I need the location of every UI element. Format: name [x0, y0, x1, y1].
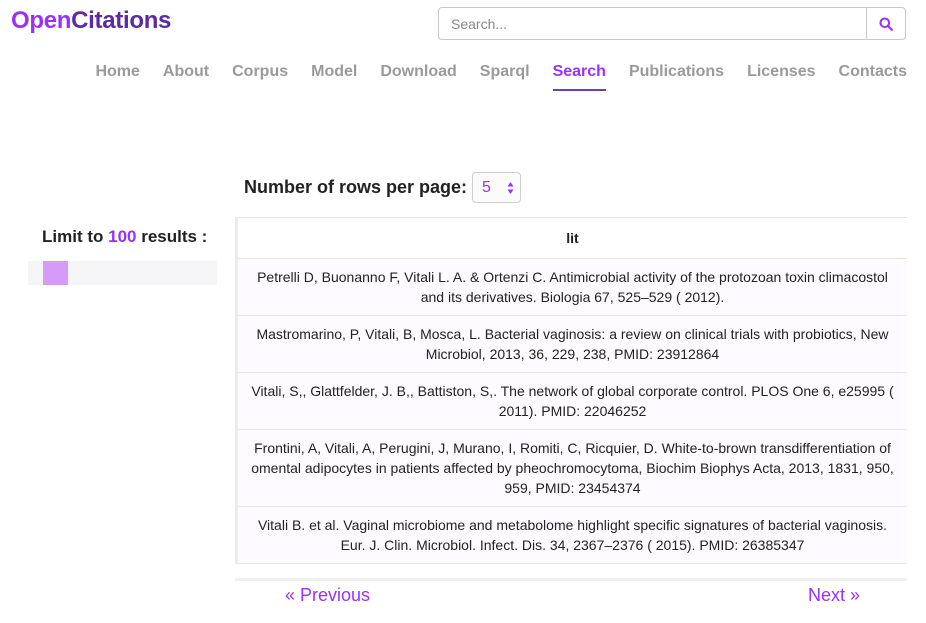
table-row: Petrelli D, Buonanno F, Vitali L. A. & O…: [235, 258, 907, 316]
site-logo[interactable]: OpenCitations: [11, 7, 171, 35]
previous-page-link[interactable]: « Previous: [285, 585, 370, 606]
table-row: Frontini, A, Vitali, A, Perugini, J, Mur…: [235, 429, 907, 507]
nav-corpus[interactable]: Corpus: [232, 63, 288, 91]
next-page-link[interactable]: Next »: [808, 585, 860, 606]
search-button[interactable]: [866, 8, 905, 39]
nav-contacts[interactable]: Contacts: [839, 63, 907, 91]
search-icon: [879, 17, 893, 31]
limit-slider-handle[interactable]: [43, 261, 68, 285]
rows-per-page-value: 5: [482, 178, 491, 196]
nav-search[interactable]: Search: [552, 63, 606, 91]
table-header-row: lit: [235, 217, 907, 259]
nav-about[interactable]: About: [163, 63, 209, 91]
results-table: lit Petrelli D, Buonanno F, Vitali L. A.…: [235, 217, 907, 564]
nav-licenses[interactable]: Licenses: [747, 63, 815, 91]
table-cell: Vitali, S,, Glattfelder, J. B,, Battisto…: [235, 372, 907, 430]
rows-per-page-select[interactable]: 5: [472, 172, 522, 203]
search-form: [438, 7, 906, 40]
table-cell: Frontini, A, Vitali, A, Perugini, J, Mur…: [235, 429, 907, 507]
table-cell: Petrelli D, Buonanno F, Vitali L. A. & O…: [235, 258, 907, 316]
limit-suffix: results :: [136, 227, 208, 246]
nav-home[interactable]: Home: [95, 63, 139, 91]
nav-download[interactable]: Download: [380, 63, 456, 91]
nav-model[interactable]: Model: [311, 63, 357, 91]
select-arrows-icon: [507, 181, 514, 195]
table-row: Vitali, S,, Glattfelder, J. B,, Battisto…: [235, 372, 907, 430]
rows-per-page-label: Number of rows per page:: [244, 177, 468, 197]
table-row: Mastromarino, P, Vitali, B, Mosca, L. Ba…: [235, 315, 907, 373]
limit-value: 100: [108, 227, 137, 246]
column-header-lit[interactable]: lit: [235, 217, 907, 259]
nav-sparql[interactable]: Sparql: [480, 63, 530, 91]
logo-open-text: Open: [11, 7, 72, 34]
rows-per-page-control: Number of rows per page: 5: [244, 172, 522, 203]
nav-publications[interactable]: Publications: [629, 63, 724, 91]
table-cell: Vitali B. et al. Vaginal microbiome and …: [235, 506, 907, 564]
search-input[interactable]: [439, 8, 866, 39]
pagination-divider: [235, 578, 907, 581]
table-row: Vitali B. et al. Vaginal microbiome and …: [235, 506, 907, 564]
logo-citations-text: Citations: [71, 7, 172, 34]
main-nav: Home About Corpus Model Download Sparql …: [72, 63, 907, 91]
limit-prefix: Limit to: [42, 227, 109, 246]
limit-results-label: Limit to 100 results :: [42, 227, 207, 247]
table-cell: Mastromarino, P, Vitali, B, Mosca, L. Ba…: [235, 315, 907, 373]
